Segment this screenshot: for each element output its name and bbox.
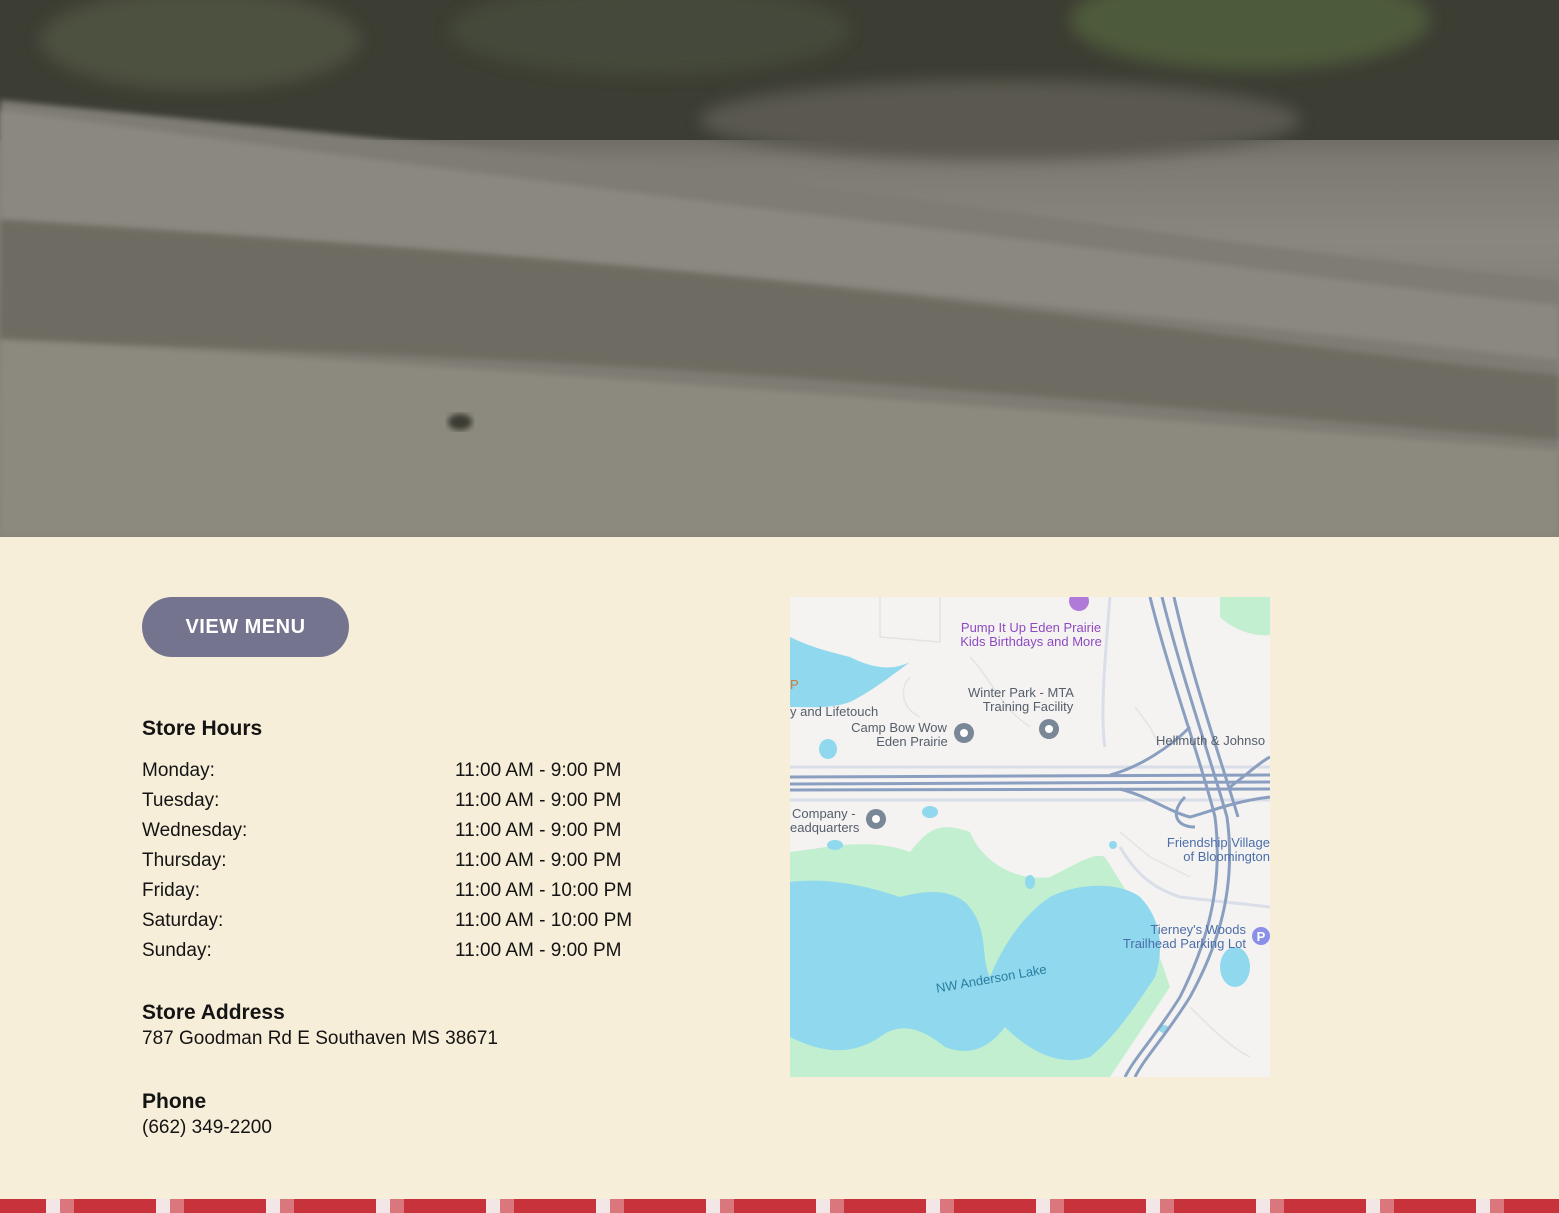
map-pin[interactable] [1039, 719, 1059, 739]
time-range: 11:00 AM - 9:00 PM [455, 850, 622, 871]
map-label: Hellmuth & Johnso [1156, 733, 1265, 748]
day-label: Tuesday: [142, 790, 220, 811]
time-range: 11:00 AM - 9:00 PM [455, 940, 622, 961]
map-label: Friendship Village [1167, 835, 1270, 850]
hours-row-saturday: Saturday: 11:00 AM - 10:00 PM [142, 909, 702, 939]
hours-row-friday: Friday: 11:00 AM - 10:00 PM [142, 879, 702, 909]
day-label: Sunday: [142, 940, 212, 961]
map-label: Training Facility [983, 699, 1074, 714]
map-label: Trailhead Parking Lot [1123, 936, 1246, 951]
day-label: Friday: [142, 880, 201, 901]
map-label: P [790, 677, 799, 692]
map-label: Camp Bow Wow [851, 720, 947, 735]
time-range: 11:00 AM - 9:00 PM [455, 790, 622, 811]
time-range: 11:00 AM - 9:00 PM [455, 760, 622, 781]
map-label: Winter Park - MTA [968, 685, 1074, 700]
store-address-heading: Store Address [142, 1001, 285, 1024]
day-label: Saturday: [142, 910, 224, 931]
hero-photo [0, 0, 1559, 537]
checkered-footer-border [0, 1199, 1559, 1213]
view-menu-button[interactable]: VIEW MENU [142, 597, 349, 657]
map-pin[interactable] [954, 723, 974, 743]
map-pin[interactable] [866, 809, 886, 829]
hours-row-tuesday: Tuesday: 11:00 AM - 9:00 PM [142, 789, 702, 819]
hero-image [0, 0, 1559, 537]
map-label: Eden Prairie [876, 734, 948, 749]
day-label: Thursday: [142, 850, 227, 871]
map-label: Kids Birthdays and More [960, 634, 1102, 649]
store-location-map[interactable]: P Pump It Up Eden Prairie Kids Birthdays… [790, 597, 1270, 1077]
time-range: 11:00 AM - 10:00 PM [455, 910, 633, 931]
phone-number[interactable]: (662) 349-2200 [142, 1117, 272, 1139]
parking-glyph: P [1257, 929, 1266, 944]
hours-row-sunday: Sunday: 11:00 AM - 9:00 PM [142, 939, 702, 969]
day-label: Monday: [142, 760, 215, 781]
phone-heading: Phone [142, 1090, 207, 1113]
hours-row-thursday: Thursday: 11:00 AM - 9:00 PM [142, 849, 702, 879]
time-range: 11:00 AM - 10:00 PM [455, 880, 633, 901]
hours-row-wednesday: Wednesday: 11:00 AM - 9:00 PM [142, 819, 702, 849]
store-info-section: VIEW MENU Store Hours Monday: 11:00 AM -… [0, 537, 1559, 1199]
store-hours-table: Monday: 11:00 AM - 9:00 PM Tuesday: 11:0… [142, 759, 702, 969]
map-label: of Bloomington [1183, 849, 1270, 864]
map-label: Tierney's Woods [1150, 922, 1246, 937]
map-label: y and Lifetouch [790, 704, 878, 719]
map-canvas[interactable]: P Pump It Up Eden Prairie Kids Birthdays… [790, 597, 1270, 1077]
parking-pin[interactable]: P [1252, 927, 1270, 945]
day-label: Wednesday: [142, 820, 248, 841]
map-label: eadquarters [790, 820, 860, 835]
time-range: 11:00 AM - 9:00 PM [455, 820, 622, 841]
store-address-text: 787 Goodman Rd E Southaven MS 38671 [142, 1028, 498, 1049]
hours-row-monday: Monday: 11:00 AM - 9:00 PM [142, 759, 702, 789]
store-hours-heading: Store Hours [142, 717, 263, 740]
map-label: Pump It Up Eden Prairie [961, 620, 1101, 635]
map-label: Company - [792, 806, 856, 821]
